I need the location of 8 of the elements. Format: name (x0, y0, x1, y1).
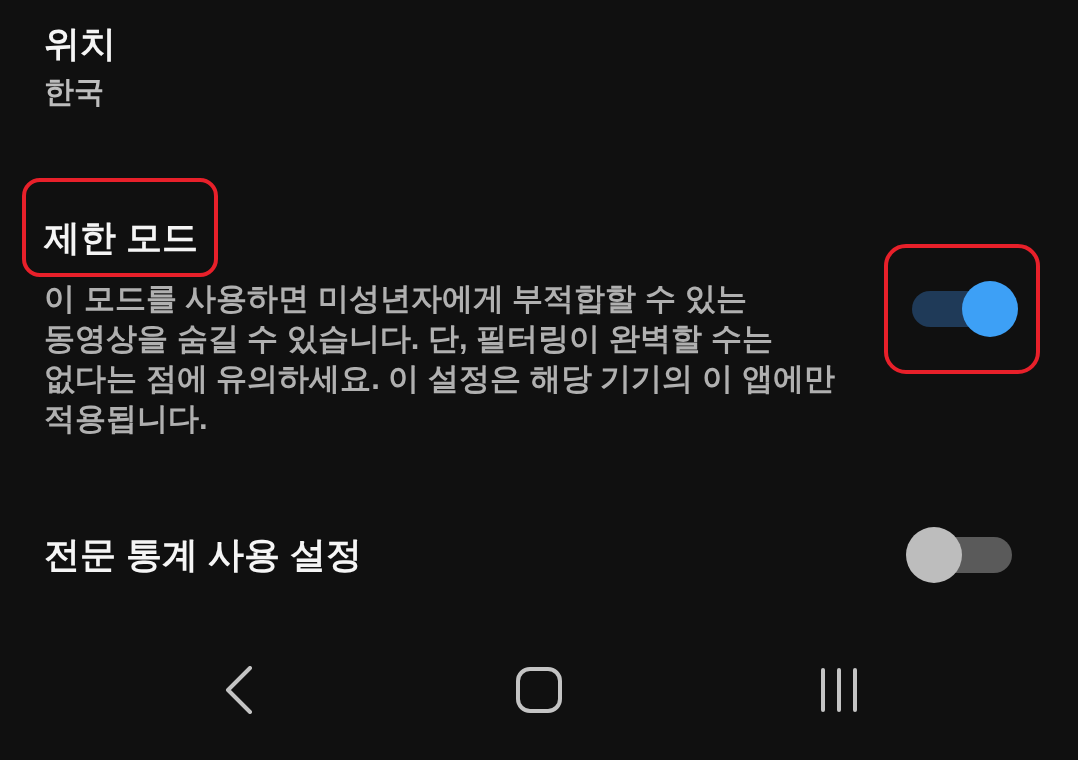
setting-title: 전문 통계 사용 설정 (44, 533, 362, 577)
home-icon[interactable] (516, 667, 562, 713)
back-icon[interactable] (225, 666, 253, 714)
setting-value: 한국 (44, 74, 104, 110)
setting-description: 이 모드를 사용하면 미성년자에게 부적합할 수 있는 동영상을 숨길 수 있습니다. 단, 필터링이 완벽할 수는 없다는 점에 유의하세요. 이 설정은 해당 기기의 이 앱에만 적용됩니다. (44, 280, 836, 438)
recents-icon[interactable] (819, 668, 859, 712)
setting-title: 제한 모드 (44, 216, 198, 260)
setting-title: 위치 (44, 22, 116, 66)
